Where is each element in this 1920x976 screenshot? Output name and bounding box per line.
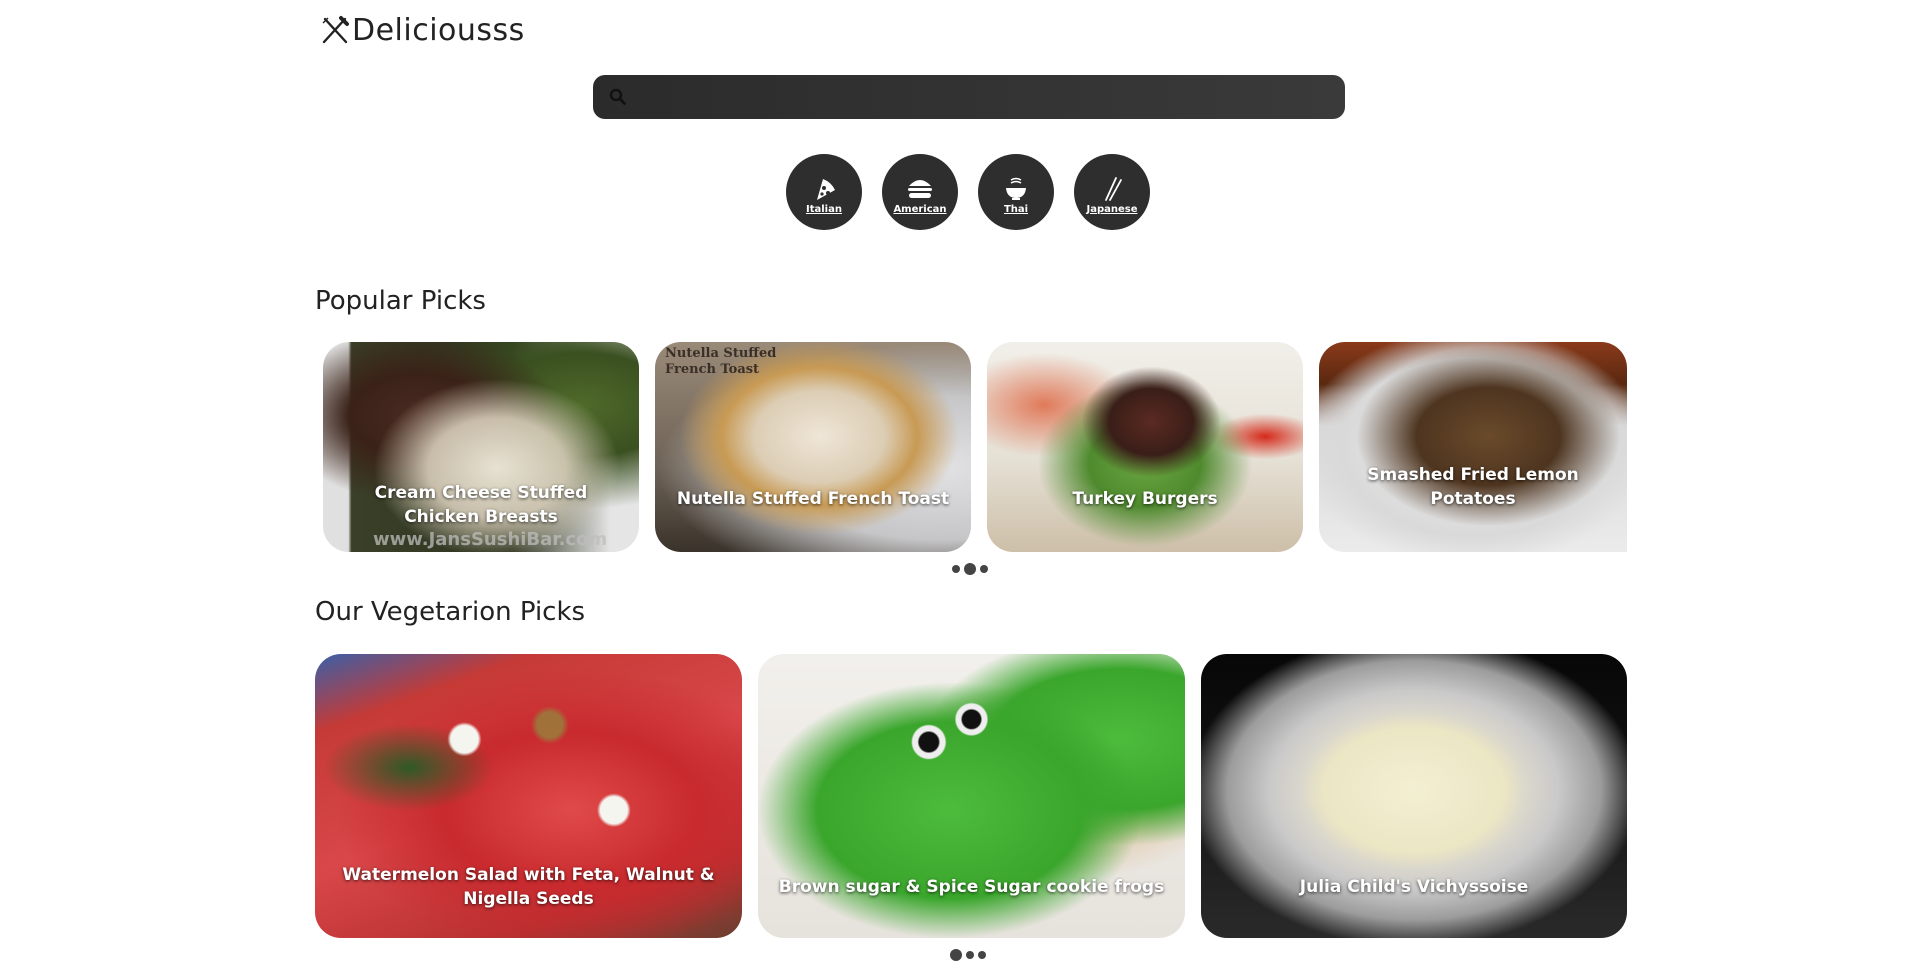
vegetarian-picks-title: Our Vegetarion Picks	[315, 597, 586, 627]
pagination-dot[interactable]	[966, 951, 974, 959]
cuisine-thai-button[interactable]: Thai	[978, 154, 1054, 230]
recipe-card-label: Turkey Burgers	[1072, 489, 1218, 510]
recipe-card[interactable]: Julia Child's Vichyssoise	[1201, 654, 1627, 938]
recipe-card[interactable]: Turkey Burgers	[987, 342, 1303, 552]
recipe-card-label: Brown sugar & Spice Sugar cookie frogs	[778, 877, 1165, 898]
pagination-dot-active[interactable]	[950, 949, 962, 961]
burger-icon	[908, 179, 932, 198]
image-caption: Nutella Stuffed French Toast	[665, 346, 777, 377]
cuisine-filters: Italian American Thai Japanese	[786, 154, 1150, 230]
recipe-card[interactable]: Smashed Fried Lemon Potatoes	[1319, 342, 1627, 552]
recipe-card[interactable]: Brown sugar & Spice Sugar cookie frogs	[758, 654, 1185, 938]
search-bar	[593, 75, 1349, 121]
cuisine-label: Japanese	[1086, 203, 1138, 215]
search-icon	[609, 88, 626, 105]
search-input[interactable]	[637, 75, 1349, 121]
recipe-card-label: Watermelon Salad with Feta, Walnut & Nig…	[342, 864, 715, 910]
recipe-card-label: Julia Child's Vichyssoise	[1299, 877, 1529, 898]
logo-link[interactable]: Deliciousss	[320, 12, 525, 48]
cuisine-italian-button[interactable]: Italian	[786, 154, 862, 230]
recipe-card-label: Smashed Fried Lemon Potatoes	[1367, 464, 1579, 510]
popular-carousel-pagination	[952, 563, 988, 575]
pagination-dot-active[interactable]	[964, 563, 976, 575]
pagination-dot[interactable]	[980, 565, 988, 573]
cuisine-label: Thai	[1003, 203, 1029, 215]
pagination-dot[interactable]	[978, 951, 986, 959]
popular-picks-title: Popular Picks	[315, 286, 486, 316]
cuisine-japanese-button[interactable]: Japanese	[1074, 154, 1150, 230]
pizza-icon	[817, 178, 835, 200]
recipe-card-label: Nutella Stuffed French Toast	[676, 489, 950, 510]
recipe-card[interactable]: Watermelon Salad with Feta, Walnut & Nig…	[315, 654, 742, 938]
recipe-card[interactable]: Nutella Stuffed French Toast Nutella Stu…	[655, 342, 971, 552]
logo-text: Deliciousss	[352, 12, 525, 48]
page: Deliciousss Italian American Thai Japane…	[0, 0, 1920, 976]
image-watermark: www.JansSushiBar.com	[373, 529, 608, 550]
recipe-card[interactable]: www.JansSushiBar.com Cream Cheese Stuffe…	[323, 342, 639, 552]
cuisine-american-button[interactable]: American	[882, 154, 958, 230]
chopsticks-icon	[1105, 176, 1122, 201]
noodle-bowl-icon	[1006, 177, 1026, 200]
fork-knife-icon	[322, 16, 349, 44]
cuisine-label: American	[893, 203, 947, 215]
cuisine-label: Italian	[806, 203, 842, 215]
vegetarian-carousel-pagination	[950, 949, 986, 961]
pagination-dot[interactable]	[952, 565, 960, 573]
